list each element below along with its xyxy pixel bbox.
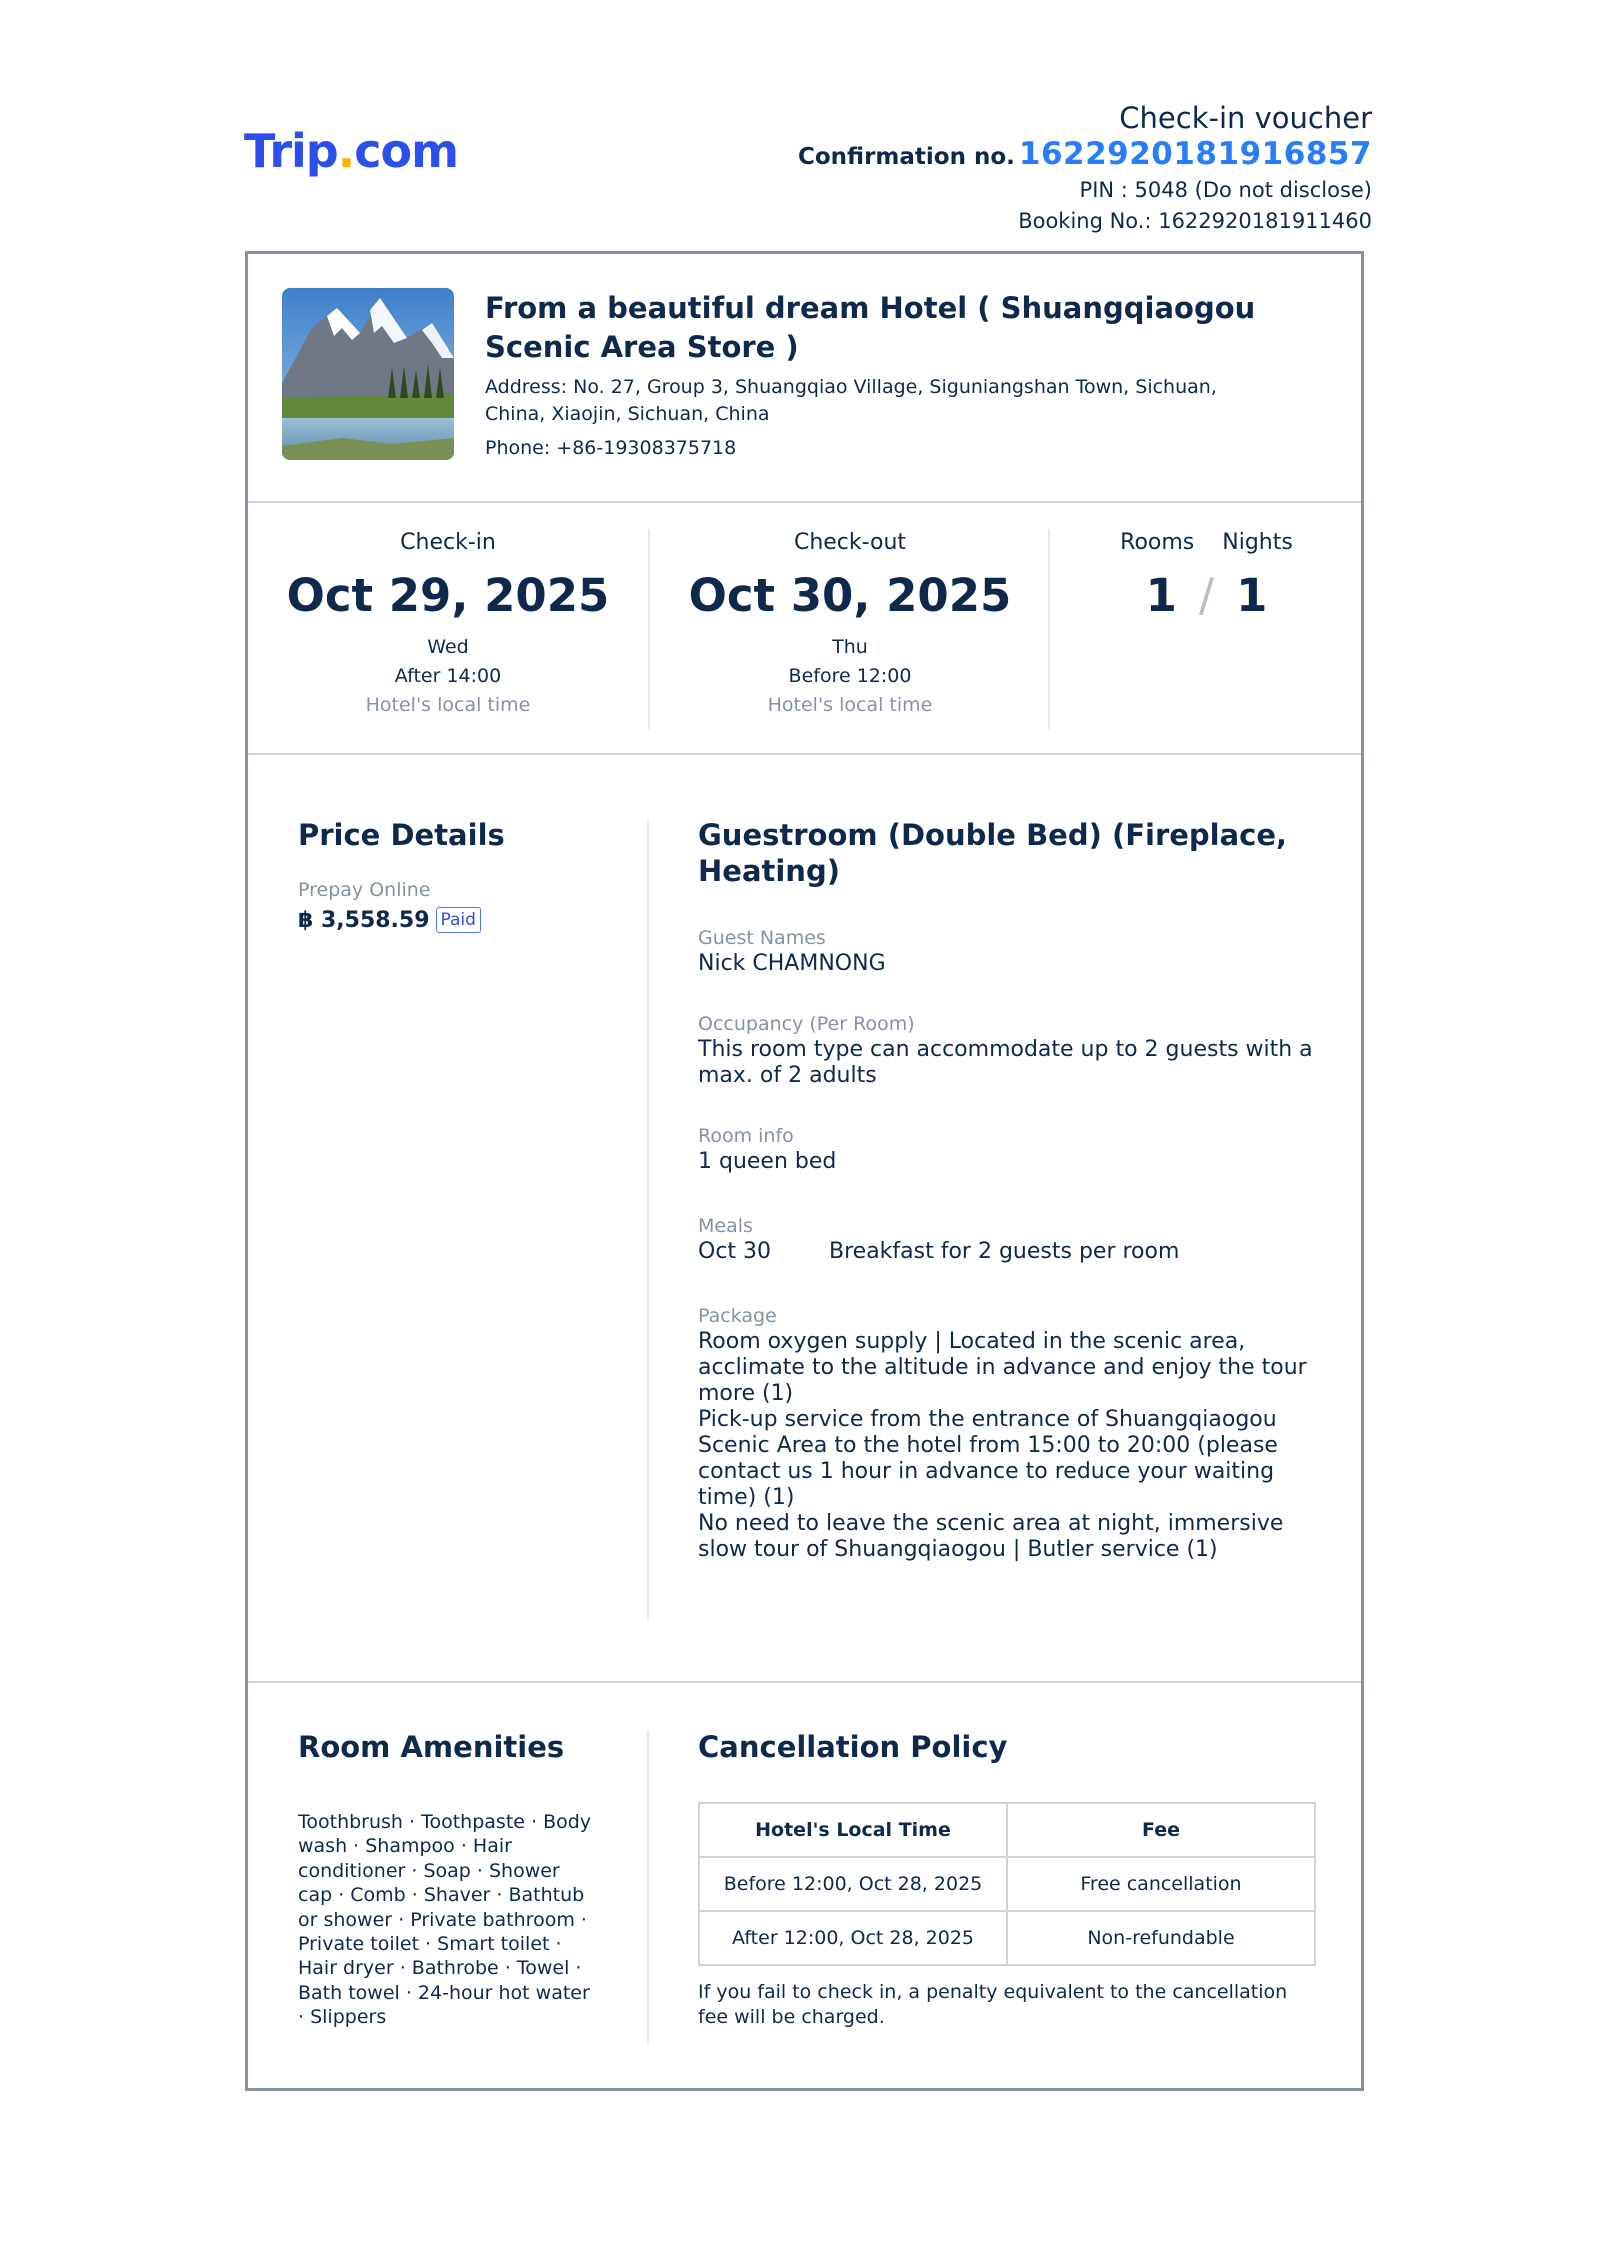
price-amount: ฿ 3,558.59	[298, 908, 430, 933]
cancellation-title: Cancellation Policy	[698, 1730, 1008, 1764]
column-divider	[647, 1731, 649, 2044]
package-label: Package	[698, 1305, 777, 1327]
trip-logo: Trip.com	[244, 128, 459, 174]
table-row: After 12:00, Oct 28, 2025 Non-refundable	[698, 1910, 1316, 1966]
logo-dot: .	[337, 124, 356, 178]
guest-name: Nick CHAMNONG	[698, 951, 886, 976]
checkin-weekday: Wed	[427, 636, 469, 658]
meal-description: Breakfast for 2 guests per room	[829, 1239, 1180, 1264]
room-title: Guestroom (Double Bed) (Fireplace, Heati…	[698, 818, 1288, 888]
price-line: ฿ 3,558.59 Paid	[298, 905, 638, 937]
booking-number: Booking No.: 1622920181911460	[1018, 209, 1372, 233]
price-title: Price Details	[298, 818, 505, 852]
amenities-list: Toothbrush · Toothpaste · Body wash · Sh…	[298, 1811, 592, 2029]
policies-section: Room Amenities Toothbrush · Toothpaste ·…	[248, 1681, 1361, 2090]
confirmation-label: Confirmation no.	[797, 144, 1015, 170]
hotel-phone: Phone: +86-19308375718	[485, 437, 737, 459]
row-time: Before 12:00, Oct 28, 2025	[698, 1856, 1008, 1912]
hotel-photo	[282, 288, 454, 460]
row-fee: Free cancellation	[1006, 1856, 1316, 1912]
voucher-card: From a beautiful dream Hotel ( Shuangqia…	[245, 251, 1364, 2091]
voucher-title: Check-in voucher	[1119, 101, 1372, 135]
hotel-name: From a beautiful dream Hotel ( Shuangqia…	[485, 291, 1256, 364]
checkin-date: Oct 29, 2025	[286, 569, 610, 622]
payment-method: Prepay Online	[298, 879, 431, 901]
paid-badge: Paid	[435, 907, 481, 933]
column-divider	[647, 820, 649, 1620]
cancellation-policy: Cancellation Policy Hotel's Local Time F…	[698, 1729, 1318, 2030]
pin-text: PIN : 5048 (Do not disclose)	[1079, 178, 1372, 202]
rooms-nights-values: 1 / 1	[1050, 569, 1363, 623]
header-local-time: Hotel's Local Time	[698, 1802, 1008, 1858]
occupancy-text: This room type can accommodate up to 2 g…	[698, 1037, 1313, 1088]
checkin-label: Check-in	[400, 530, 496, 555]
meal-date: Oct 30	[698, 1239, 772, 1264]
checkout-time: Before 12:00	[788, 665, 912, 687]
separator: /	[1198, 569, 1215, 622]
confirmation-number: 1622920181916857	[1018, 136, 1372, 172]
guest-label: Guest Names	[698, 927, 826, 949]
logo-tail: com	[354, 124, 459, 178]
checkout-date: Oct 30, 2025	[688, 569, 1012, 622]
row-fee: Non-refundable	[1006, 1910, 1316, 1966]
package-item: No need to leave the scenic area at nigh…	[698, 1511, 1284, 1562]
room-info: 1 queen bed	[698, 1149, 837, 1174]
rooms-nights-column: Rooms Nights 1 / 1	[1048, 529, 1363, 729]
amenities-title: Room Amenities	[298, 1730, 565, 1764]
nights-count: 1	[1236, 569, 1268, 622]
room-details: Guestroom (Double Bed) (Fireplace, Heati…	[698, 817, 1328, 1563]
price-details: Price Details Prepay Online ฿ 3,558.59 Pa…	[298, 817, 638, 937]
meal-row: Oct 30 Breakfast for 2 guests per room	[698, 1239, 1328, 1265]
checkout-note: Hotel's local time	[767, 694, 933, 716]
package-item: Room oxygen supply | Located in the scen…	[698, 1329, 1307, 1406]
checkin-time: After 14:00	[394, 665, 502, 687]
nights-label: Nights	[1222, 530, 1293, 555]
details-section: Price Details Prepay Online ฿ 3,558.59 Pa…	[248, 753, 1361, 1683]
cancellation-table: Hotel's Local Time Fee Before 12:00, Oct…	[698, 1802, 1316, 1966]
occupancy-label: Occupancy (Per Room)	[698, 1013, 915, 1035]
header-fee: Fee	[1006, 1802, 1316, 1858]
table-header-row: Hotel's Local Time Fee	[698, 1802, 1316, 1858]
mountain-image	[282, 288, 454, 460]
voucher-header: Check-in voucher Confirmation no. 1622920…	[798, 100, 1372, 237]
rooms-label: Rooms	[1120, 530, 1195, 555]
checkout-column: Check-out Oct 30, 2025 Thu Before 12:00 …	[648, 529, 1050, 729]
package-item: Pick-up service from the entrance of Shu…	[698, 1407, 1278, 1510]
logo-main: Trip	[244, 124, 339, 178]
checkout-weekday: Thu	[832, 636, 868, 658]
hotel-address: Address: No. 27, Group 3, Shuangqiao Vil…	[485, 376, 1217, 425]
meals-label: Meals	[698, 1215, 753, 1237]
checkin-column: Check-in Oct 29, 2025 Wed After 14:00 Ho…	[248, 529, 648, 729]
table-row: Before 12:00, Oct 28, 2025 Free cancella…	[698, 1856, 1316, 1912]
room-info-label: Room info	[698, 1125, 794, 1147]
confirmation-line: Confirmation no. 1622920181916857	[798, 136, 1372, 175]
row-time: After 12:00, Oct 28, 2025	[698, 1910, 1008, 1966]
checkin-note: Hotel's local time	[365, 694, 531, 716]
checkout-label: Check-out	[793, 530, 907, 555]
no-show-note: If you fail to check in, a penalty equiv…	[698, 1981, 1288, 2028]
rooms-count: 1	[1145, 569, 1177, 622]
hotel-section: From a beautiful dream Hotel ( Shuangqia…	[248, 254, 1361, 501]
stay-dates-section: Check-in Oct 29, 2025 Wed After 14:00 Ho…	[248, 501, 1361, 755]
rooms-nights-labels: Rooms Nights	[1050, 529, 1363, 557]
room-amenities: Room Amenities Toothbrush · Toothpaste ·…	[298, 1729, 598, 2030]
